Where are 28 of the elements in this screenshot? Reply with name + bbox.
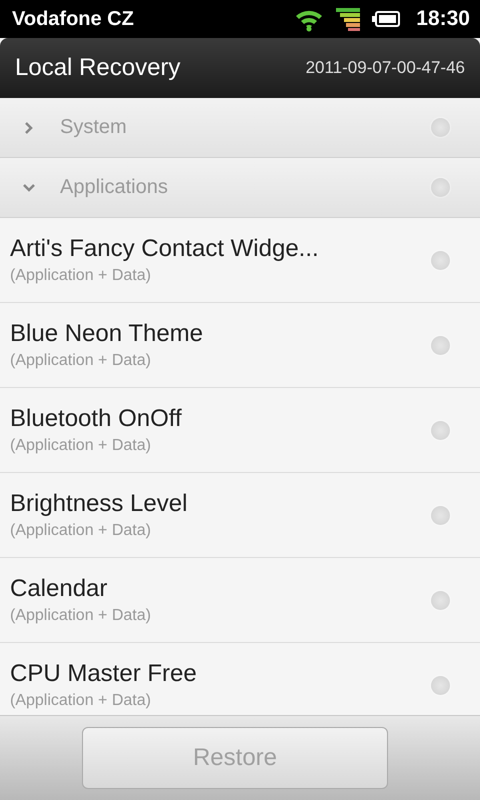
app-detail: (Application + Data) [10, 352, 152, 370]
radio-button[interactable] [431, 676, 450, 694]
radio-button[interactable] [431, 506, 450, 524]
radio-button[interactable] [431, 178, 450, 197]
radio-button[interactable] [431, 590, 450, 610]
app-name: Arti's Fancy Contact Widge... [10, 235, 320, 263]
app-name: Brightness Level [10, 490, 188, 518]
app-name: Bluetooth OnOff [10, 405, 183, 433]
carrier-name: Vodafone CZ [12, 8, 134, 30]
battery-icon [372, 11, 400, 27]
app-name: CPU Master Free [10, 660, 198, 688]
group-label: System [60, 116, 128, 139]
radio-button[interactable] [431, 420, 450, 440]
clock-time: 18:30 [416, 7, 470, 31]
backup-timestamp: 2011-09-07-00-47-46 [306, 58, 465, 78]
radio-button[interactable] [431, 250, 450, 270]
radio-button[interactable] [431, 118, 450, 137]
app-detail: (Application + Data) [10, 692, 152, 710]
group-label: Applications [60, 176, 169, 199]
app-detail: (Application + Data) [10, 437, 152, 455]
radio-button[interactable] [431, 336, 450, 354]
app-detail: (Application + Data) [10, 522, 152, 540]
screen-title: Local Recovery [15, 54, 180, 82]
app-detail: (Application + Data) [10, 267, 152, 285]
app-name: Blue Neon Theme [10, 320, 204, 348]
app-detail: (Application + Data) [10, 607, 152, 625]
app-name: Calendar [10, 575, 108, 603]
signal-icon [336, 6, 360, 32]
